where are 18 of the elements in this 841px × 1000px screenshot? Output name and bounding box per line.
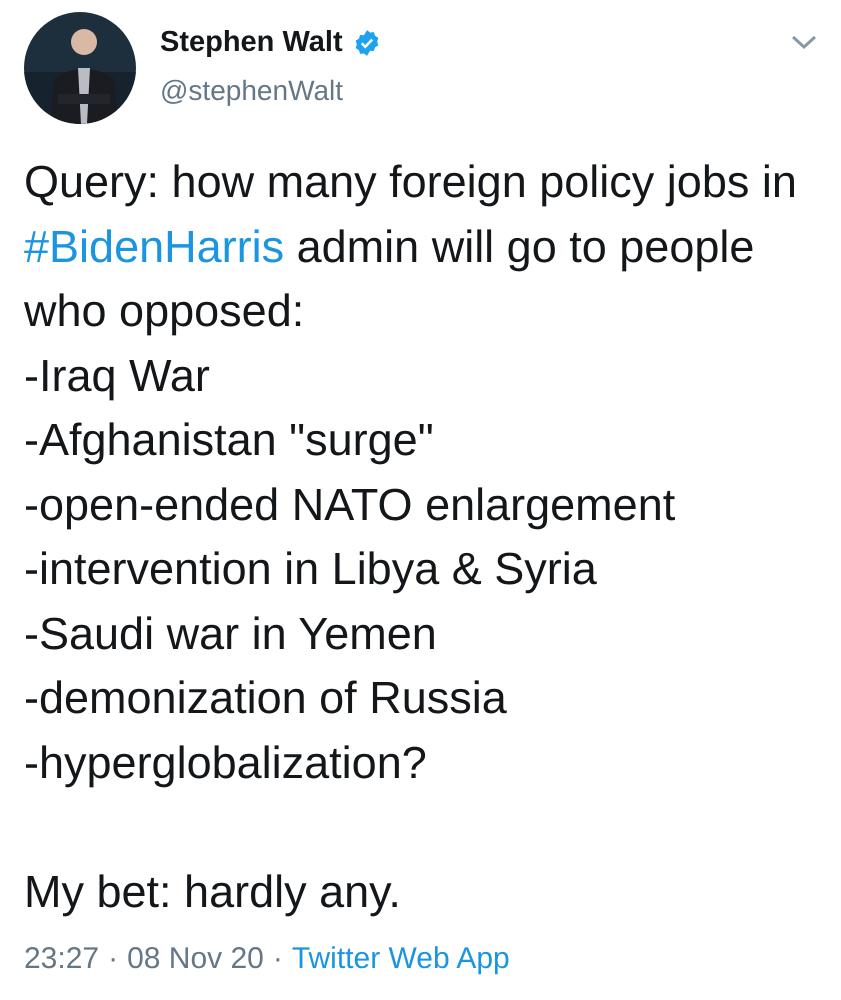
hashtag-link[interactable]: #BidenHarris bbox=[24, 220, 284, 272]
list-item: -demonization of Russia bbox=[24, 671, 507, 725]
list-item: -hyperglobalization? bbox=[24, 736, 427, 790]
tweet-date: 08 Nov 20 bbox=[127, 942, 264, 976]
list-item: -Afghanistan "surge" bbox=[24, 413, 434, 467]
author-name[interactable]: Stephen Walt bbox=[160, 26, 343, 59]
separator-dot: · bbox=[272, 942, 283, 976]
list-item: -open-ended NATO enlargement bbox=[24, 478, 676, 532]
list-item: -Saudi war in Yemen bbox=[24, 606, 437, 660]
separator-dot: · bbox=[108, 942, 118, 976]
tweet-text: My bet: hardly any. bbox=[24, 864, 401, 918]
author-handle[interactable]: @stephenWalt bbox=[160, 75, 791, 107]
list-item: -intervention in Libya & Syria bbox=[24, 542, 597, 596]
tweet-text: Query: how many foreign policy jobs in #BidenHarris admin will go to people who opposed: bbox=[24, 155, 798, 338]
source-link[interactable]: Twitter Web App bbox=[292, 942, 510, 976]
list-item: -Iraq War bbox=[24, 348, 210, 402]
chevron-down-icon[interactable] bbox=[791, 34, 817, 50]
tweet-time: 23:27 bbox=[24, 942, 100, 976]
